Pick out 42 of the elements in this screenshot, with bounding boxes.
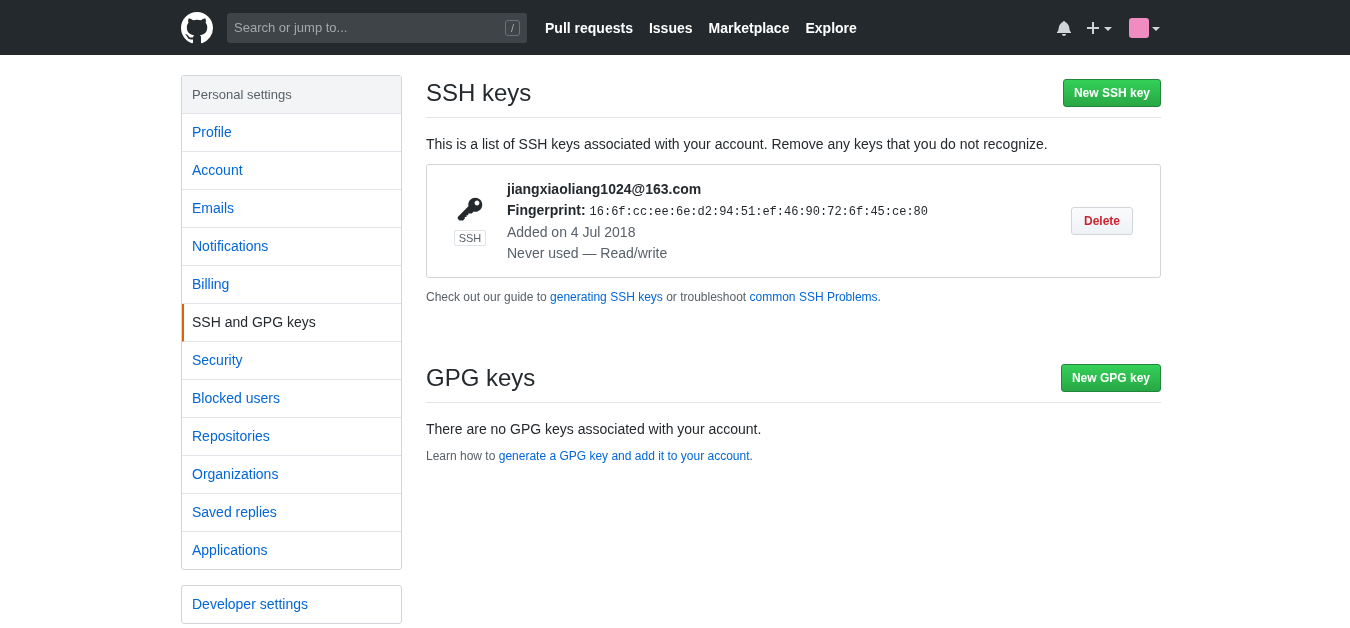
guide-link[interactable]: generating SSH keys (550, 290, 663, 304)
usage-text: Never used — Read/write (507, 245, 669, 261)
nav-link[interactable]: Issues (648, 19, 693, 36)
nav-link[interactable]: Pull requests (545, 19, 633, 36)
intro-text: This is a list of SSH keys associated with your account. Remove any keys that you do not recognize. (426, 136, 1049, 152)
fingerprint-value: 16:6f:cc:ee:6e:d2:94:51:ef:46:90:72:6f:45:ce:80 (589, 205, 928, 219)
search-bar[interactable]: Search or jump to... / (227, 12, 527, 43)
menu-item[interactable]: Organizations (182, 456, 401, 494)
menu-item[interactable]: Notifications (182, 228, 401, 266)
menu-item[interactable]: Profile (182, 114, 401, 152)
key-title: jiangxiaoliang1024@163.com (507, 181, 703, 197)
menu-item[interactable]: Account (182, 152, 401, 190)
menu-item[interactable]: Emails (182, 190, 401, 228)
section-title: SSH keys (426, 79, 532, 107)
key-type-label: SSH (453, 230, 487, 246)
nav-link[interactable]: Explore (805, 19, 857, 36)
octocat-logo-icon[interactable] (181, 11, 213, 44)
guide-link[interactable]: common SSH Problems (749, 290, 878, 304)
menu-item[interactable]: Blocked users (182, 380, 401, 418)
menu-item[interactable]: Developer settings (182, 586, 401, 623)
empty-text: There are no GPG keys associated with your account. (426, 421, 763, 437)
fingerprint-label: Fingerprint: (507, 202, 586, 218)
guide-text: Learn how to generate a GPG key and add it to your account. (426, 449, 754, 463)
search-field[interactable]: Search or jump to... (234, 12, 505, 43)
shortcut-key: / (504, 19, 520, 36)
menu-item[interactable]: Billing (182, 266, 401, 304)
bell-icon[interactable] (1057, 19, 1071, 36)
menu-item[interactable]: Repositories (182, 418, 401, 456)
plus-dropdown-icon[interactable] (1087, 20, 1113, 35)
delete-button[interactable]: Delete (1070, 207, 1133, 235)
guide-link[interactable]: generate a GPG key and add it to your account (498, 449, 750, 463)
nav-link[interactable]: Marketplace (708, 19, 790, 36)
menu-heading: Personal settings (182, 76, 401, 114)
added-date: Added on 4 Jul 2018 (507, 224, 637, 240)
menu-item[interactable]: SSH and GPG keys (182, 304, 401, 342)
menu-item[interactable]: Security (182, 342, 401, 380)
section-title: GPG keys (426, 364, 536, 392)
menu-item[interactable]: Applications (182, 532, 401, 569)
guide-text: Check out our guide to generating SSH keys or troubleshoot common SSH Problems. (426, 290, 882, 304)
key-icon (455, 196, 485, 224)
menu-item[interactable]: Saved replies (182, 494, 401, 532)
avatar-icon[interactable] (1129, 17, 1149, 38)
